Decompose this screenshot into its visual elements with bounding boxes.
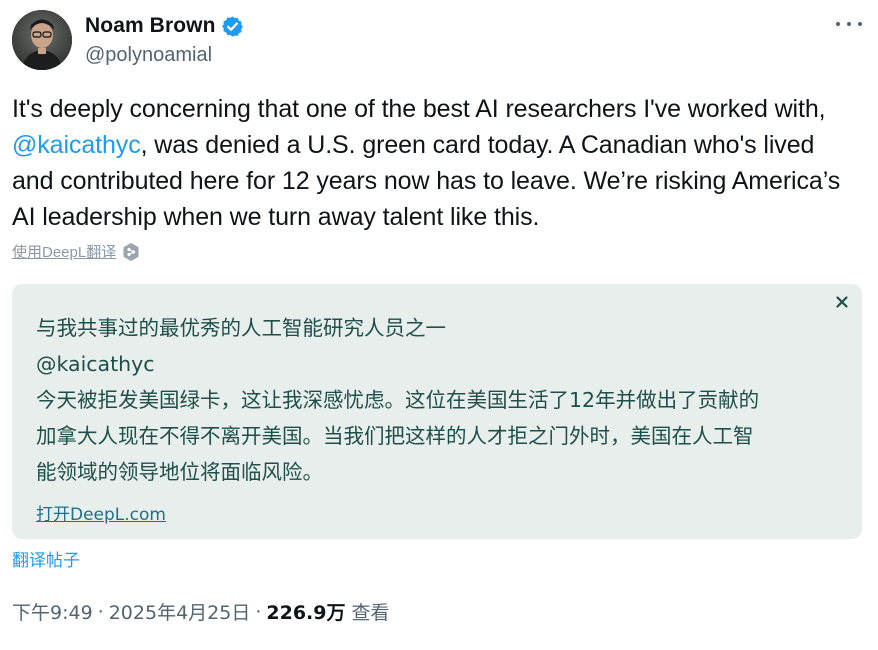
avatar[interactable] bbox=[12, 10, 72, 70]
translation-line: @kaicathyc bbox=[36, 352, 155, 376]
translation-line: 加拿大人现在不得不离开美国。当我们把这样的人才拒之门外时，美国在人工智 bbox=[36, 424, 754, 448]
deepl-translate-label: 使用DeepL翻译 bbox=[12, 244, 117, 261]
author-block: Noam Brown @polynoamial bbox=[85, 12, 244, 67]
translation-box: 与我共事过的最优秀的人工智能研究人员之一 @kaicathyc 今天被拒发美国绿… bbox=[12, 284, 862, 539]
more-dot bbox=[836, 22, 840, 26]
tweet-text-part1: It's deeply concerning that one of the b… bbox=[12, 95, 826, 123]
open-deepl-link[interactable]: 打开DeepL.com bbox=[36, 500, 166, 525]
meta-separator: · bbox=[255, 600, 262, 623]
translation-line: 今天被拒发美国绿卡，这让我深感忧虑。这位在美国生活了12年并做出了贡献的 bbox=[36, 388, 760, 412]
more-dot bbox=[858, 22, 862, 26]
views-count[interactable]: 226.9万 bbox=[266, 598, 345, 625]
translation-text: 与我共事过的最优秀的人工智能研究人员之一 @kaicathyc 今天被拒发美国绿… bbox=[36, 310, 836, 490]
tweet-date[interactable]: 2025年4月25日 bbox=[109, 598, 251, 625]
more-options-icon[interactable] bbox=[836, 14, 862, 34]
verified-badge-icon[interactable] bbox=[221, 15, 244, 38]
author-name[interactable]: Noam Brown bbox=[85, 14, 216, 38]
translate-post-link[interactable]: 翻译帖子 bbox=[12, 546, 80, 571]
deepl-translate-link[interactable]: 使用DeepL翻译 bbox=[12, 241, 141, 262]
tweet-time[interactable]: 下午9:49 bbox=[12, 598, 93, 625]
tweet-meta: 下午9:49 · 2025年4月25日 · 226.9万 查看 bbox=[12, 598, 390, 625]
avatar-image bbox=[12, 10, 72, 70]
tweet-text: It's deeply concerning that one of the b… bbox=[12, 91, 862, 235]
mention-link[interactable]: @kaicathyc bbox=[12, 131, 141, 159]
deepl-logo-icon bbox=[121, 242, 141, 262]
author-handle[interactable]: @polynoamial bbox=[85, 44, 244, 67]
close-icon[interactable] bbox=[834, 294, 850, 310]
translation-line: 与我共事过的最优秀的人工智能研究人员之一 bbox=[36, 316, 446, 340]
name-row: Noam Brown bbox=[85, 12, 244, 40]
views-label: 查看 bbox=[351, 602, 390, 624]
translation-line: 能领域的领导地位将面临风险。 bbox=[36, 460, 323, 484]
more-dot bbox=[847, 22, 851, 26]
meta-separator: · bbox=[97, 600, 104, 623]
tweet-header: Noam Brown @polynoamial bbox=[12, 10, 866, 72]
